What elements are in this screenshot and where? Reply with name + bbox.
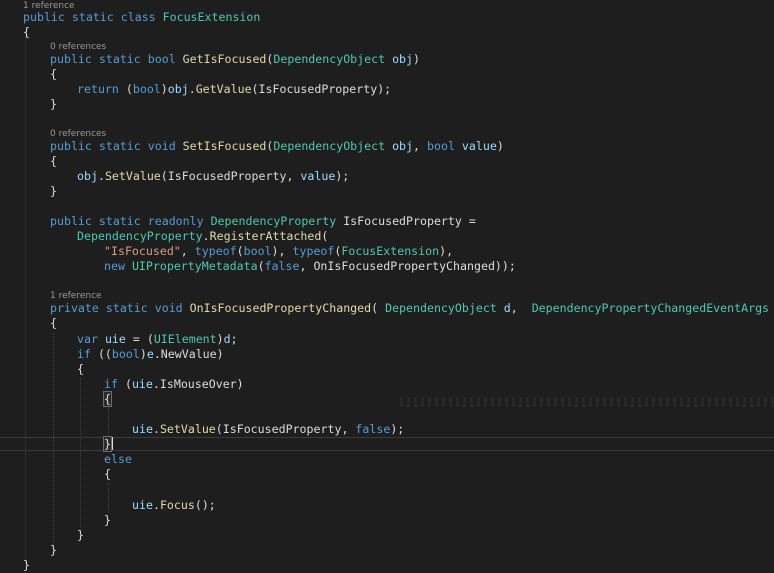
code-line: {: [50, 154, 57, 168]
code-line: DependencyProperty.RegisterAttached(: [77, 229, 329, 243]
code-line: {: [103, 391, 774, 407]
code-line: if ((bool)e.NewValue): [77, 347, 224, 361]
code-line: public static class FocusExtension: [23, 10, 261, 24]
code-line: else: [104, 452, 132, 466]
code-line: }: [50, 97, 57, 111]
code-line: {: [77, 362, 84, 376]
indent-guide: [108, 407, 109, 437]
code-line: uie.SetValue(IsFocusedProperty, false);: [132, 422, 405, 436]
code-line: {: [104, 467, 111, 481]
code-line: new UIPropertyMetadata(false, OnIsFocuse…: [104, 259, 516, 273]
code-line: }: [23, 558, 30, 572]
indent-guide: [80, 378, 81, 532]
code-line: private static void OnIsFocusedPropertyC…: [50, 301, 770, 315]
code-line: if (uie.IsMouseOver): [104, 377, 244, 391]
text-caret: [111, 437, 113, 450]
code-line: public static void SetIsFocused(Dependen…: [50, 139, 504, 153]
indent-guide: [108, 483, 109, 513]
code-line: uie.Focus();: [132, 498, 216, 512]
code-line: "IsFocused", typeof(bool), typeof(FocusE…: [104, 244, 454, 258]
code-line: }: [50, 543, 57, 557]
code-line: public static bool GetIsFocused(Dependen…: [50, 52, 421, 66]
code-line: var uie = (UIElement)d;: [77, 332, 238, 346]
brace-match-close: }: [103, 436, 112, 452]
code-line: {: [50, 67, 57, 81]
code-line: return (bool)obj.GetValue(IsFocusedPrope…: [77, 82, 392, 96]
code-line: obj.SetValue(IsFocusedProperty, value);: [77, 169, 350, 183]
code-line: }: [104, 513, 111, 527]
code-line: public static readonly DependencyPropert…: [50, 214, 476, 228]
indent-guide: [25, 36, 26, 563]
code-line: }: [77, 528, 84, 542]
code-editor[interactable]: 1 reference public static class FocusExt…: [0, 0, 774, 572]
code-line: }: [103, 436, 774, 452]
brace-match-open: {: [103, 391, 112, 407]
code-line: {: [50, 316, 57, 330]
code-line: {: [23, 25, 30, 39]
code-line: }: [50, 184, 57, 198]
